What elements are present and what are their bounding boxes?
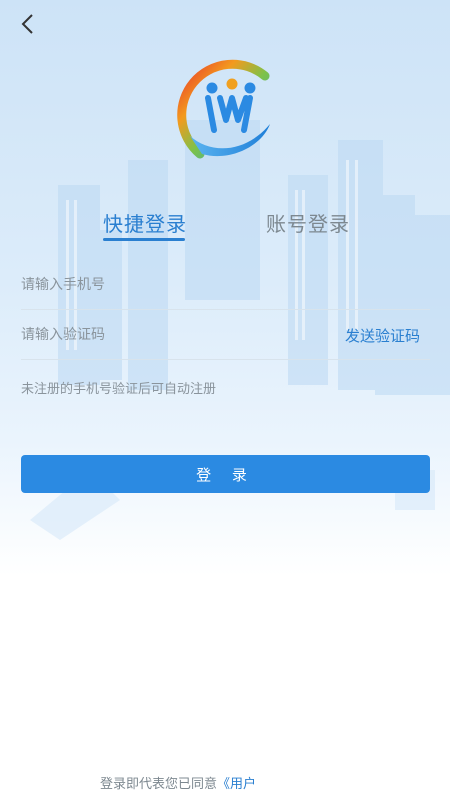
agreement-prefix: 登录即代表您已同意: [100, 777, 218, 792]
agreement-text: 登录即代表您已同意《用户: [100, 773, 256, 792]
verification-code-input[interactable]: [21, 322, 321, 348]
back-button[interactable]: [12, 8, 44, 40]
people-hand-logo-icon: [177, 59, 270, 159]
user-agreement-link[interactable]: 《用户: [217, 777, 256, 792]
active-tab-indicator: [103, 238, 185, 241]
tab-account-login[interactable]: 账号登录: [266, 208, 350, 237]
login-tabs: 快捷登录 账号登录: [0, 208, 450, 248]
send-code-button[interactable]: 发送验证码: [345, 325, 420, 346]
agreement-fade-overlay: [265, 766, 325, 794]
code-field-row: 发送验证码: [21, 310, 430, 360]
chevron-left-icon: [21, 14, 33, 34]
phone-input[interactable]: [21, 272, 321, 298]
auto-register-hint: 未注册的手机号验证后可自动注册: [21, 382, 217, 397]
tab-quick-login[interactable]: 快捷登录: [103, 208, 187, 237]
phone-field-row: [21, 260, 430, 310]
login-button[interactable]: 登 录: [21, 455, 430, 493]
